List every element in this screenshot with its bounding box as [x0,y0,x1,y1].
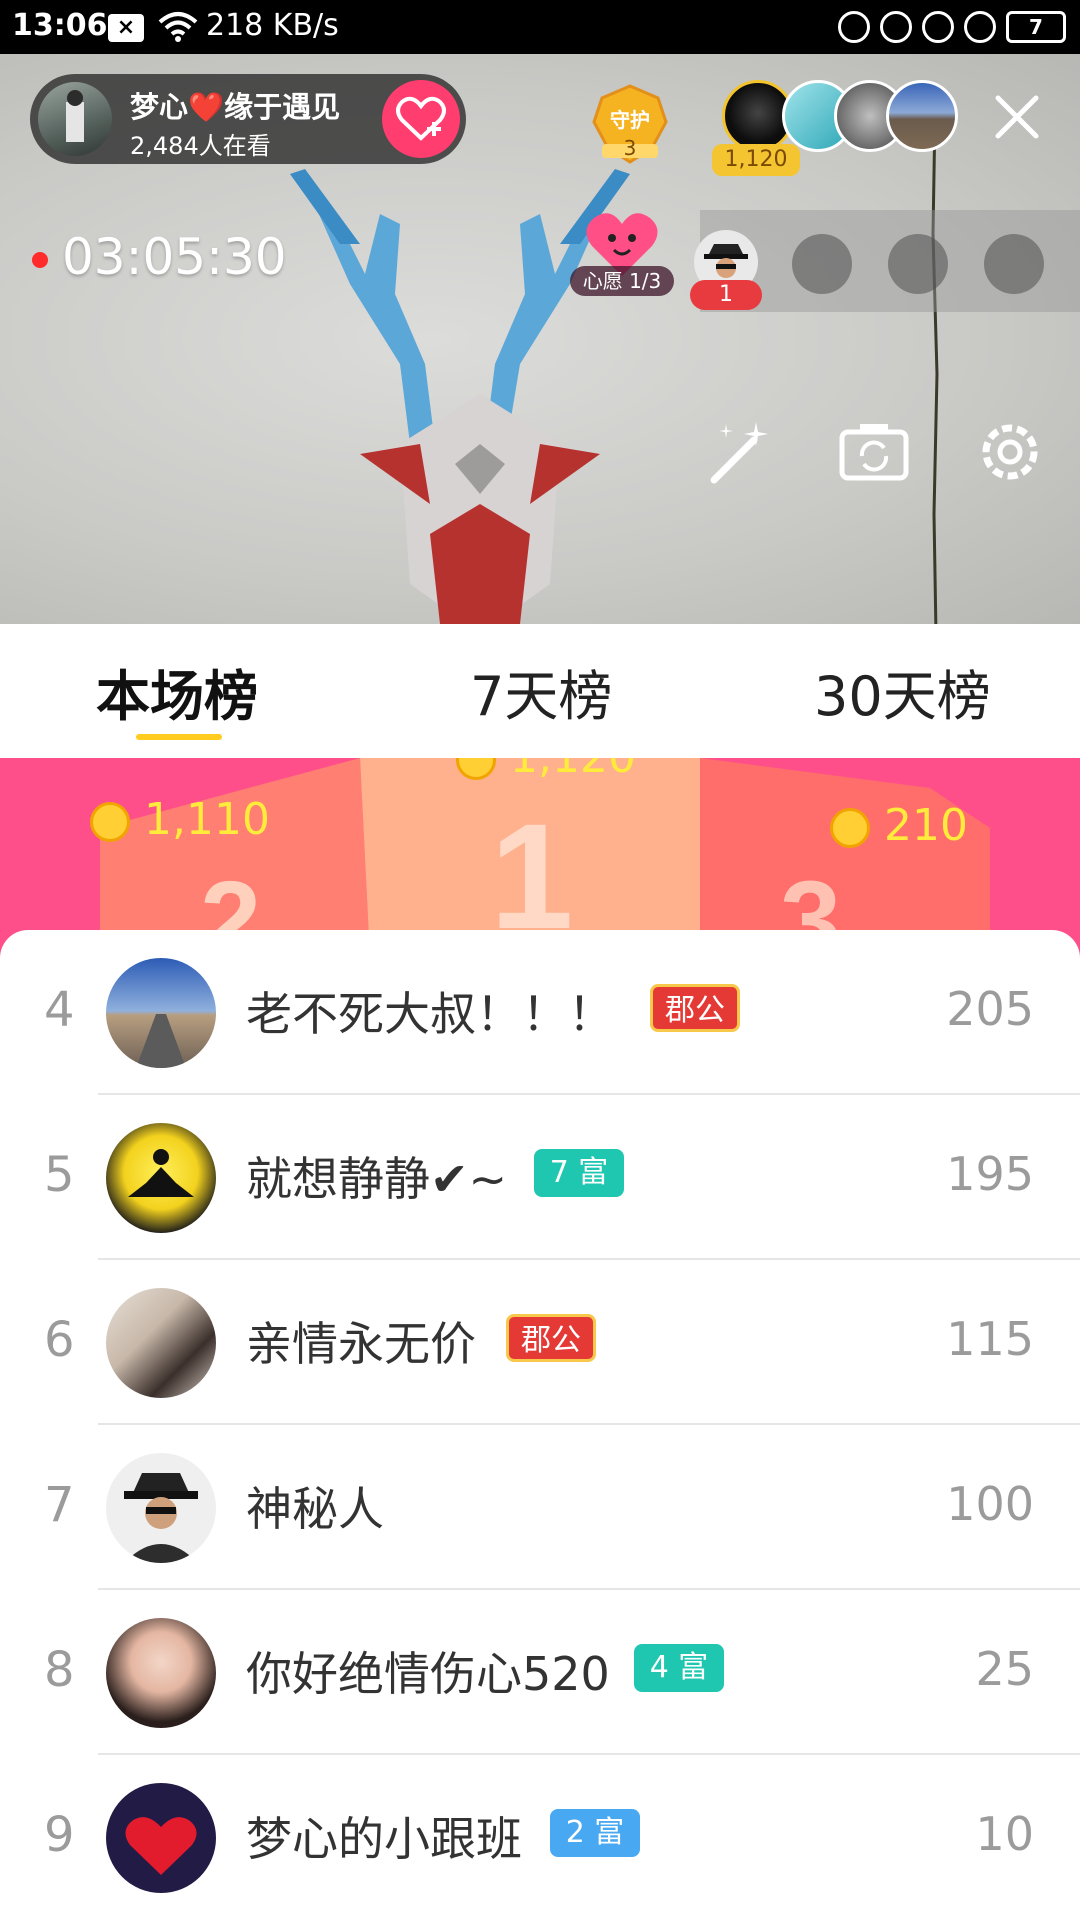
list-item[interactable]: 5 就想静静✔~ 7 富 195 [0,1095,1080,1260]
sofa-icon[interactable] [888,234,948,294]
wealth-badge: 2 富 [550,1809,640,1857]
user-score: 25 [975,1642,1034,1696]
list-item[interactable]: 9 梦心的小跟班 2 富 10 [0,1755,1080,1920]
lock-rotation-icon [880,11,912,43]
host-name: 梦心❤️缘于遇见 [130,90,341,124]
rank-number: 6 [44,1312,75,1368]
user-score: 115 [946,1312,1034,1366]
podium: 2 1 3 1,110 1,120 210 [0,758,1080,958]
tab-30-days[interactable]: 30天榜 [814,652,991,731]
sofa-icon[interactable] [792,234,852,294]
system-icons: 7 [838,10,1066,44]
host-avatar[interactable] [38,82,112,156]
list-item[interactable]: 6 亲情永无价 郡公 115 [0,1260,1080,1425]
second-place-score: 1,110 [90,794,270,845]
user-name: 亲情永无价 [246,1317,476,1371]
rank-number: 7 [44,1477,75,1533]
list-item[interactable]: 4 老不死大叔！！！ 郡公 205 [0,930,1080,1095]
third-place-score: 210 [830,800,968,851]
viewer-avatar[interactable] [886,80,958,152]
avatar[interactable] [106,1288,216,1398]
first-place-score: 1,120 [456,758,636,783]
noble-badge: 郡公 [650,984,740,1032]
avatar[interactable] [106,1618,216,1728]
ranking-list: 4 老不死大叔！！！ 郡公 205 5 就想静静✔~ 7 富 195 6 亲情永… [0,930,1080,1920]
battery-icon: 7 [1006,11,1066,43]
follow-button[interactable] [382,80,460,158]
rank-number: 4 [44,982,75,1038]
user-name: 老不死大叔！！！ [246,987,614,1041]
avatar[interactable] [106,1123,216,1233]
podium-blocks-image: 2 1 3 [100,758,990,958]
user-score: 100 [946,1477,1034,1531]
recording-dot [32,252,48,268]
status-time: 13:06 [12,8,108,43]
noble-badge: 郡公 [506,1314,596,1362]
avatar[interactable] [106,958,216,1068]
live-video[interactable]: 梦心❤️缘于遇见 2,484人在看 守护 3 1,120 03:05:30 心愿… [0,54,1080,624]
coin-icon [90,802,130,842]
rank-number: 5 [44,1147,75,1203]
tab-current-session[interactable]: 本场榜 [96,652,258,731]
avatar[interactable] [106,1453,216,1563]
user-score: 195 [946,1147,1034,1201]
wifi-icon [158,12,198,42]
magic-wand-icon[interactable] [700,414,776,490]
coin-icon [830,808,870,848]
tab-7-days[interactable]: 7天榜 [470,652,612,731]
coin-icon [456,758,496,780]
sofa-icon[interactable] [984,234,1044,294]
list-item[interactable]: 8 你好绝情伤心520 4 富 25 [0,1590,1080,1755]
close-icon[interactable] [990,90,1044,144]
guard-label: 守护 [610,108,650,132]
user-name: 梦心的小跟班 [246,1812,522,1866]
ranking-tabs: 本场榜 7天榜 30天榜 [0,624,1080,758]
status-bar: 13:06 × 218 KB/s 7 [0,0,1080,54]
notification-x-icon: × [108,14,144,42]
user-score: 10 [975,1807,1034,1861]
wealth-badge: 4 富 [634,1644,724,1692]
host-info[interactable]: 梦心❤️缘于遇见 2,484人在看 [30,74,466,164]
top-viewer-score: 1,120 [712,144,800,176]
cable-image [931,114,939,624]
network-speed: 218 KB/s [206,8,339,43]
live-timer: 03:05:30 [62,228,287,286]
user-name: 神秘人 [246,1482,384,1536]
heart-plus-icon [396,96,446,141]
alarm-icon [922,11,954,43]
avatar[interactable] [106,1783,216,1893]
tab-active-indicator [136,734,222,740]
user-score: 205 [946,982,1034,1036]
viewer-count: 2,484人在看 [130,132,271,160]
gear-icon[interactable] [972,414,1048,490]
deer-head-image [360,394,600,624]
camera-switch-icon[interactable] [836,414,912,490]
headphones-icon [964,11,996,43]
list-item[interactable]: 7 神秘人 100 [0,1425,1080,1590]
top-fan-rank: 1 [690,280,762,310]
mute-icon [838,11,870,43]
wish-label[interactable]: 心愿 1/3 [570,266,674,296]
rank-number: 8 [44,1642,75,1698]
guard-count: 3 [623,136,637,160]
user-name: 就想静静✔~ [246,1152,508,1206]
wealth-badge: 7 富 [534,1149,624,1197]
user-name: 你好绝情伤心520 [246,1647,610,1701]
rank-number: 9 [44,1807,75,1863]
